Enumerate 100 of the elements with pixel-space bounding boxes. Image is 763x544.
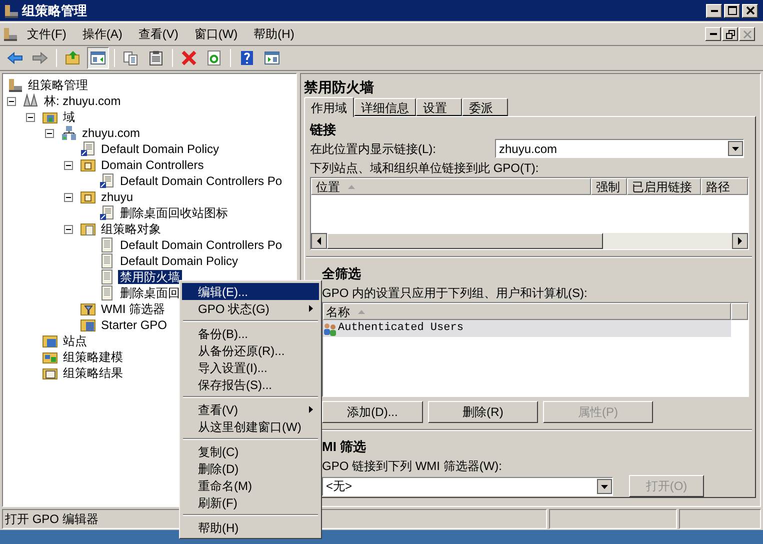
menu-item[interactable]: 从备份还原(R)...	[182, 342, 319, 359]
column-header[interactable]: 名称	[323, 303, 731, 320]
tree-item[interactable]: Default Domain Controllers Po	[118, 174, 284, 188]
minimize-icon	[710, 33, 716, 35]
document-icon	[99, 205, 115, 221]
tree-item[interactable]: 林: zhuyu.com	[42, 94, 123, 108]
pane-toggle-button[interactable]	[87, 47, 109, 69]
folder-icon	[80, 301, 96, 317]
tree-item[interactable]: 删除桌面回收站图标	[118, 206, 230, 220]
triangle-icon	[23, 93, 39, 109]
document-icon	[99, 237, 115, 253]
tree-item[interactable]: 组策略管理	[26, 78, 90, 92]
field-label: GPO 内的设置只应用于下列组、用户和计算机(S):	[322, 285, 588, 302]
menu-item[interactable]: 刷新(F)	[182, 494, 319, 511]
close-button[interactable]	[739, 27, 755, 41]
scroll-thumb[interactable]	[327, 233, 603, 249]
menu-item[interactable]: 操作(A)	[75, 24, 130, 44]
collapse-toggle[interactable]	[64, 192, 73, 202]
menu-item[interactable]: 复制(C)	[182, 443, 319, 460]
tree-item[interactable]: Domain Controllers	[99, 158, 206, 172]
collapse-toggle[interactable]	[64, 160, 73, 170]
tab[interactable]: 详细信息	[354, 98, 416, 116]
section-heading: MI 筛选	[322, 438, 368, 456]
collapse-toggle[interactable]	[7, 96, 16, 106]
console-icon	[2, 26, 18, 42]
menu-item[interactable]: 编辑(E)...	[182, 283, 319, 300]
section-heading: 全筛选	[322, 265, 362, 283]
tab[interactable]: 设置	[416, 98, 462, 116]
copy-icon	[123, 50, 139, 66]
horizontal-scrollbar[interactable]	[311, 233, 748, 249]
restore-icon	[726, 30, 734, 38]
column-header[interactable]: 路径	[701, 178, 748, 196]
tree-item[interactable]: 禁用防火墙	[118, 270, 182, 284]
maximize-button[interactable]	[724, 4, 740, 18]
field-label: GPO 链接到下列 WMI 筛选器(W):	[322, 458, 503, 475]
tab[interactable]: 委派	[462, 98, 508, 116]
collapse-toggle[interactable]	[45, 128, 54, 138]
console-icon	[3, 2, 19, 18]
sort-arrow-icon	[358, 310, 365, 314]
tree-item[interactable]: 组策略结果	[61, 366, 125, 380]
menu-item[interactable]: 窗口(W)	[187, 24, 245, 44]
maximize-icon	[728, 6, 736, 15]
menu-item[interactable]: 查看(V)	[182, 401, 319, 418]
field-label: 在此位置内显示链接(L):	[310, 140, 437, 158]
menu-item[interactable]: 帮助(H)	[246, 24, 302, 44]
network-icon	[61, 125, 77, 141]
location-dropdown[interactable]: zhuyu.com	[495, 139, 744, 158]
folder-icon	[80, 157, 96, 173]
tab[interactable]: 作用域	[304, 97, 354, 117]
minimize-button[interactable]	[705, 27, 721, 41]
menu-item[interactable]: 删除(D)	[182, 460, 319, 477]
tree-item[interactable]: 组策略建模	[61, 350, 125, 364]
action-button[interactable]: 删除(R)	[428, 401, 538, 423]
restore-button[interactable]	[722, 27, 738, 41]
column-header[interactable]: 已启用链接	[627, 178, 701, 196]
paste-icon	[148, 50, 164, 66]
collapse-toggle[interactable]	[64, 224, 73, 234]
panel-icon	[264, 50, 280, 66]
close-button[interactable]	[742, 4, 758, 18]
tree-item[interactable]: 域	[61, 110, 77, 124]
tree-item[interactable]: Default Domain Controllers Po	[118, 238, 284, 252]
list-row[interactable]: Authenticated Users	[323, 320, 731, 337]
users-icon	[323, 322, 337, 336]
tree-item[interactable]: zhuyu.com	[80, 126, 142, 140]
column-header[interactable]: 强制	[591, 178, 627, 196]
window-title: 组策略管理	[22, 2, 87, 20]
menu-item[interactable]: 导入设置(I)...	[182, 359, 319, 376]
collapse-toggle[interactable]	[26, 112, 35, 122]
details-title: 禁用防火墙	[304, 78, 375, 96]
menu-item[interactable]: GPO 状态(G)	[182, 300, 319, 317]
action-button[interactable]: 添加(D)...	[322, 401, 423, 423]
tree-item[interactable]: zhuyu	[99, 190, 136, 204]
wmi-dropdown[interactable]: <无>	[322, 476, 613, 496]
document-icon	[99, 285, 115, 301]
minimize-icon	[710, 10, 718, 12]
close-icon	[742, 30, 752, 38]
tree-item[interactable]: Starter GPO	[99, 318, 170, 332]
document-icon	[99, 173, 115, 189]
menu-item[interactable]: 文件(F)	[20, 24, 74, 44]
folder-icon	[80, 317, 96, 333]
tree-item[interactable]: Default Domain Policy	[99, 142, 222, 156]
menu-item[interactable]: 保存报告(S)...	[182, 376, 319, 393]
menu-item[interactable]: 从这里创建窗口(W)	[182, 418, 319, 435]
tree-item[interactable]: 站点	[61, 334, 89, 348]
column-header[interactable]: 位置	[311, 178, 591, 196]
tree-item[interactable]: Default Domain Policy	[118, 254, 240, 268]
field-label: 下列站点、域和组织单位链接到此 GPO(T):	[310, 160, 540, 178]
scroll-left-icon	[311, 233, 327, 249]
tree-item[interactable]: 删除桌面回	[118, 286, 182, 300]
back-icon	[7, 50, 23, 66]
tree-item[interactable]: 组策略对象	[99, 222, 163, 236]
tree-item[interactable]: WMI 筛选器	[99, 302, 167, 316]
up-folder-icon	[65, 50, 81, 66]
minimize-button[interactable]	[706, 4, 722, 18]
menu-item[interactable]: 查看(V)	[131, 24, 186, 44]
document-icon	[99, 253, 115, 269]
close-icon	[746, 6, 754, 15]
menu-item[interactable]: 备份(B)...	[182, 325, 319, 342]
menu-item[interactable]: 重命名(M)	[182, 477, 319, 494]
forward-icon	[32, 50, 48, 66]
